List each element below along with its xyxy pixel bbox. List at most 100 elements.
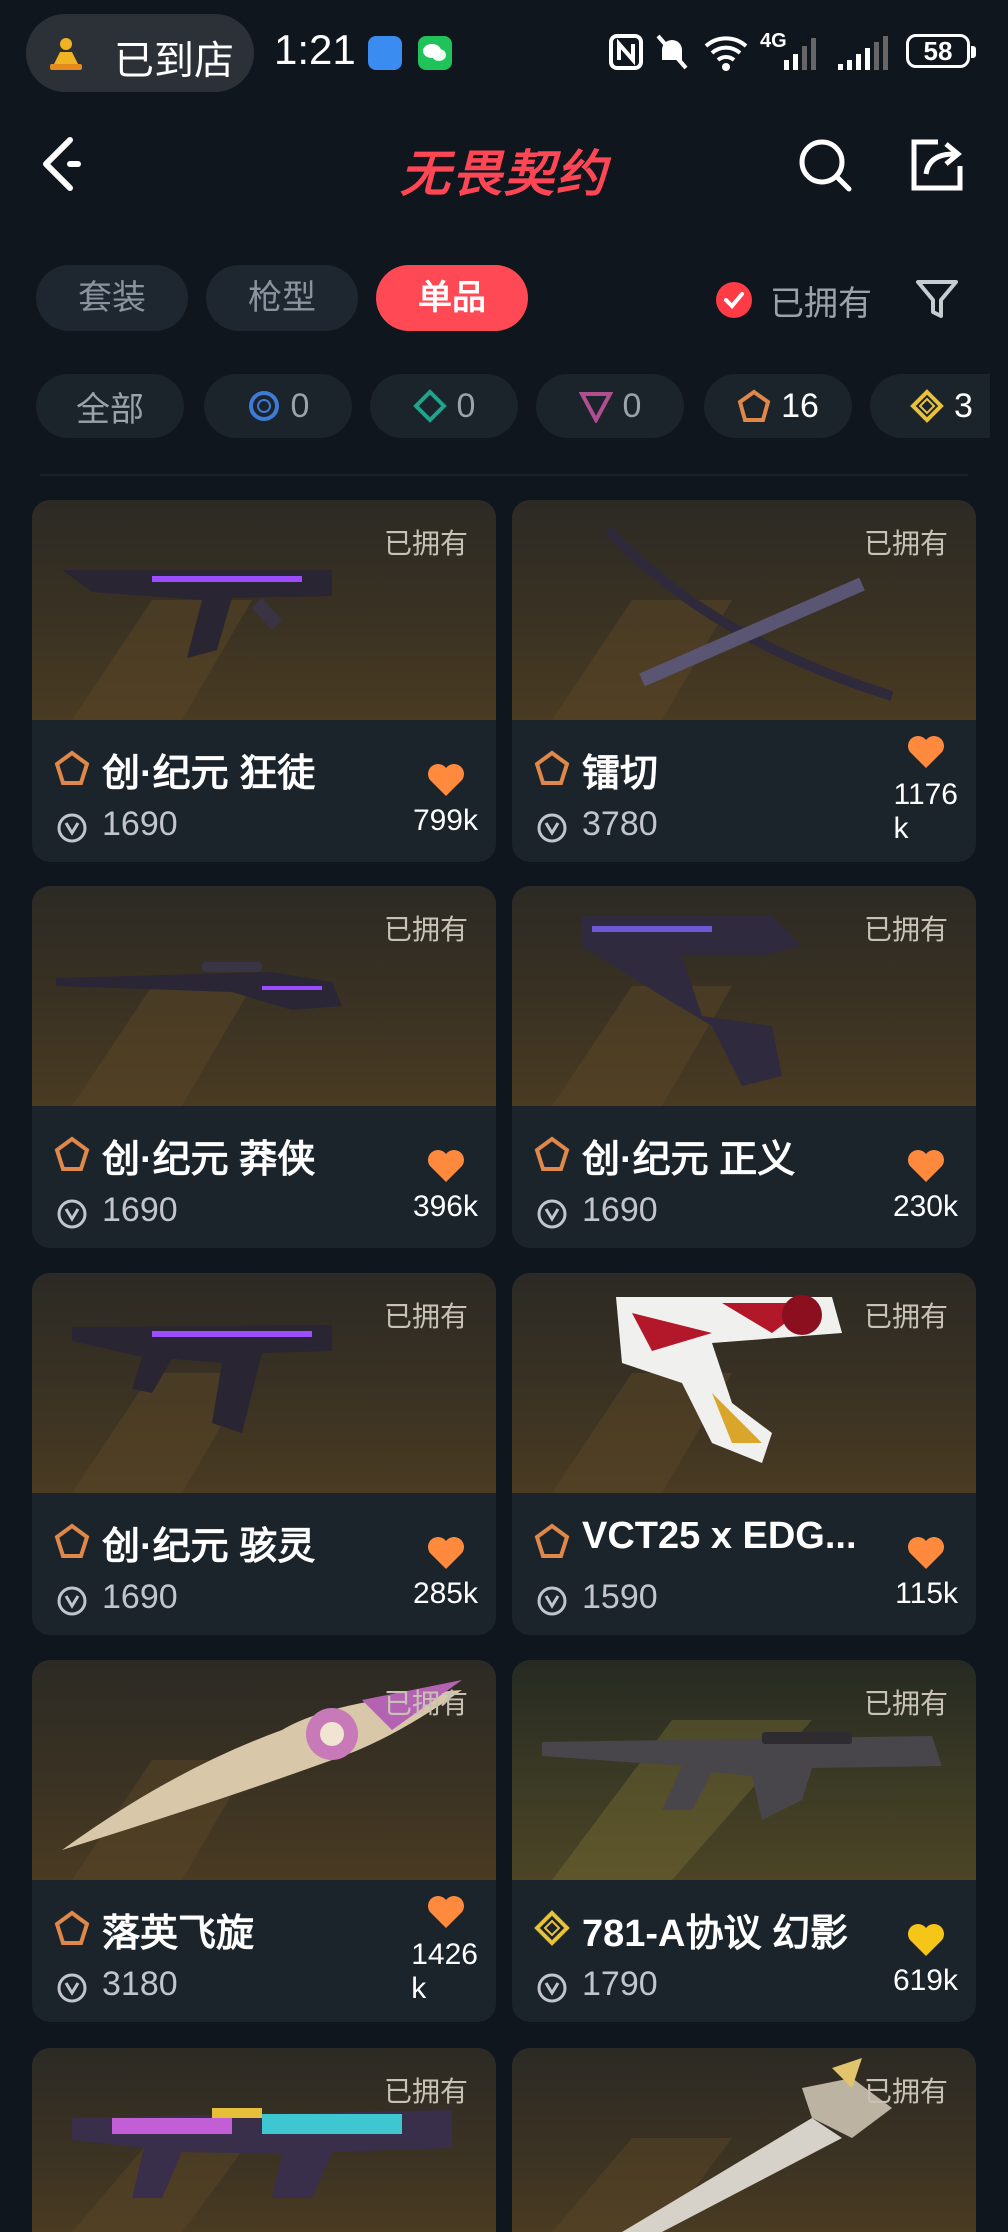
tab-weapon-types[interactable]: 枪型 — [206, 265, 358, 331]
vp-currency-icon — [57, 1586, 87, 1616]
skin-card[interactable]: 已拥有 — [32, 2048, 496, 2232]
store-arrival-pill[interactable]: 已到店 — [26, 14, 254, 92]
skin-card[interactable]: 已拥有 创·纪元 莽侠 1690 396k — [32, 886, 496, 1248]
rarity-chip-green[interactable]: 0 — [370, 374, 518, 438]
skin-price: 1690 — [102, 805, 178, 843]
skin-card[interactable]: 已拥有 创·纪元 正义 1690 230k — [512, 886, 976, 1248]
owned-badge: 已拥有 — [863, 528, 948, 559]
rarity-chip-blue-count: 0 — [290, 386, 310, 425]
rarity-chip-all[interactable]: 全部 — [36, 374, 184, 438]
rarity-blue-icon — [248, 391, 279, 421]
skin-card[interactable]: 已拥有 VCT25 x EDG... 1590 115k — [512, 1273, 976, 1635]
skin-card[interactable]: 已拥有 — [512, 2048, 976, 2232]
rarity-orange-icon — [534, 1136, 570, 1171]
heart-icon[interactable] — [426, 1535, 466, 1571]
rarity-chip-gold[interactable]: 3 — [870, 374, 990, 438]
rarity-orange-icon — [54, 1523, 90, 1558]
skin-art: 已拥有 — [512, 2048, 976, 2232]
skin-name: 镭切 — [582, 753, 659, 795]
vp-currency-icon — [537, 813, 567, 843]
signal-icon — [838, 36, 888, 70]
vp-currency-icon — [537, 1973, 567, 2003]
filter-funnel-icon[interactable] — [914, 276, 960, 322]
rarity-chip-orange[interactable]: 16 — [704, 374, 852, 438]
skin-art: 已拥有 — [32, 886, 496, 1106]
skin-art: 已拥有 — [512, 500, 976, 720]
rarity-chip-orange-count: 16 — [781, 386, 819, 425]
owned-badge: 已拥有 — [383, 1688, 468, 1719]
skin-art: 已拥有 — [32, 1660, 496, 1880]
rarity-chip-gold-count: 3 — [954, 386, 973, 425]
skin-price: 3180 — [102, 1965, 178, 2003]
like-count: 230k — [892, 1190, 958, 1223]
like-count: 115k — [895, 1577, 958, 1610]
skin-card[interactable]: 已拥有 落英飞旋 3180 1426 k — [32, 1660, 496, 2022]
rarity-orange-icon — [54, 750, 90, 785]
skin-price: 1690 — [582, 1191, 658, 1229]
share-icon[interactable] — [908, 136, 966, 194]
clock: 1:21 — [274, 26, 356, 73]
rarity-chip-blue[interactable]: 0 — [204, 374, 352, 438]
rarity-chip-purple[interactable]: 0 — [536, 374, 684, 438]
wifi-icon — [704, 36, 748, 71]
store-arrival-label: 已到店 — [114, 39, 234, 83]
skin-price: 1590 — [582, 1578, 658, 1616]
owned-badge: 已拥有 — [383, 2076, 468, 2107]
skin-card[interactable]: 已拥有 创·纪元 骇灵 1690 285k — [32, 1273, 496, 1635]
rarity-chip-purple-count: 0 — [622, 386, 642, 425]
tab-single-items[interactable]: 单品 — [376, 265, 528, 331]
owned-badge: 已拥有 — [383, 528, 468, 559]
skin-name: 创·纪元 狂徒 — [102, 753, 316, 795]
page-title-logo: 无畏契约 — [400, 146, 608, 202]
vp-currency-icon — [57, 1973, 87, 2003]
skin-art: 已拥有 — [512, 886, 976, 1106]
owned-filter-toggle[interactable]: 已拥有 — [716, 270, 872, 330]
rarity-orange-icon — [534, 750, 570, 785]
skin-name: 创·纪元 正义 — [582, 1139, 796, 1181]
heart-icon[interactable] — [906, 734, 946, 770]
checkmark-icon — [716, 282, 752, 318]
skin-price: 3780 — [582, 805, 658, 843]
signal-4g-icon — [784, 38, 816, 70]
rarity-chip-green-count: 0 — [456, 386, 476, 425]
like-count: 396k — [412, 1190, 478, 1223]
search-icon[interactable] — [796, 136, 854, 194]
like-count: 285k — [412, 1577, 478, 1610]
rarity-orange-icon — [54, 1910, 90, 1945]
rarity-green-icon — [412, 389, 447, 423]
skin-name: VCT25 x EDG... — [582, 1515, 857, 1557]
notification-app-icon — [368, 36, 402, 70]
skin-price: 1690 — [102, 1578, 178, 1616]
rarity-purple-icon — [578, 392, 613, 423]
skin-price: 1790 — [582, 1965, 658, 2003]
like-count: 1176 k — [893, 778, 958, 845]
nfc-icon — [609, 34, 643, 70]
skin-art: 已拥有 — [32, 500, 496, 720]
owned-badge: 已拥有 — [383, 1301, 468, 1332]
battery-indicator: 58 — [906, 34, 976, 68]
like-count: 799k — [412, 804, 478, 837]
like-count: 619k — [892, 1964, 958, 1997]
back-arrow-icon[interactable] — [36, 134, 86, 194]
heart-icon[interactable] — [426, 762, 466, 798]
heart-icon[interactable] — [906, 1535, 946, 1571]
like-count: 1426 k — [411, 1938, 478, 2005]
skin-card[interactable]: 已拥有 781-A协议 幻影 1790 619k — [512, 1660, 976, 2022]
owned-badge: 已拥有 — [863, 914, 948, 945]
skin-name: 落英飞旋 — [102, 1913, 255, 1955]
heart-icon[interactable] — [906, 1148, 946, 1184]
skin-card[interactable]: 已拥有 镭切 3780 1176 k — [512, 500, 976, 862]
skin-art: 已拥有 — [32, 2048, 496, 2232]
rarity-gold-icon — [534, 1910, 570, 1946]
mute-icon — [656, 34, 688, 70]
heart-icon[interactable] — [426, 1894, 466, 1930]
rarity-gold-icon — [910, 389, 944, 423]
skin-card[interactable]: 已拥有 创·纪元 狂徒 1690 799k — [32, 500, 496, 862]
tab-bundles[interactable]: 套装 — [36, 265, 188, 331]
vp-currency-icon — [537, 1199, 567, 1229]
vp-currency-icon — [537, 1586, 567, 1616]
skin-art: 已拥有 — [512, 1660, 976, 1880]
heart-icon[interactable] — [906, 1922, 946, 1958]
heart-icon[interactable] — [426, 1148, 466, 1184]
skin-art: 已拥有 — [32, 1273, 496, 1493]
